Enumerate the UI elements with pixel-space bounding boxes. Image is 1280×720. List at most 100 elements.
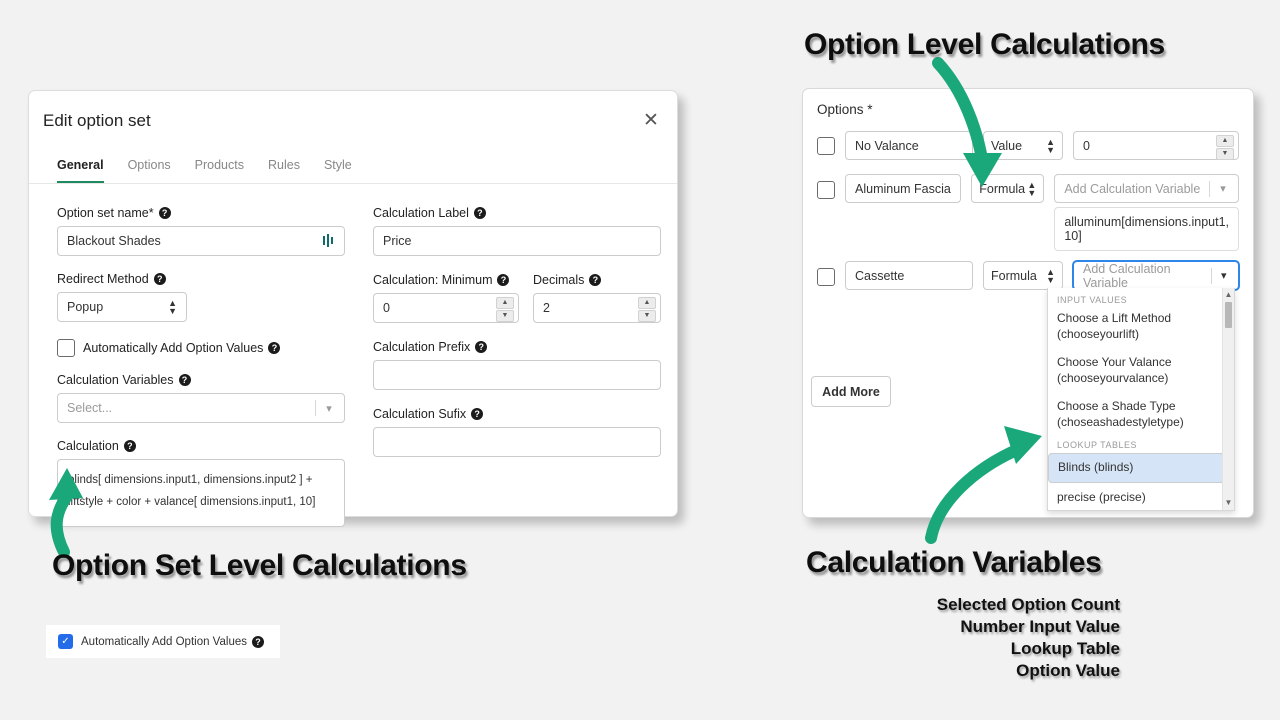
variable-kind-item: Number Input Value <box>960 617 1120 636</box>
calculation-label-input[interactable]: Price <box>373 226 661 256</box>
auto-add-option-values-row[interactable]: Automatically Add Option Values ? <box>57 339 345 357</box>
add-calculation-variable-placeholder: Add Calculation Variable <box>1064 181 1201 196</box>
option-set-name-input[interactable]: Blackout Shades <box>57 226 345 256</box>
dropdown-item[interactable]: Choose Your Valance (chooseyourvalance) <box>1048 352 1234 389</box>
calculation-label-value: Price <box>383 234 412 248</box>
calculation-variable-dropdown: INPUT VALUES Choose a Lift Method (choos… <box>1047 288 1235 511</box>
chevron-updown-icon: ▲ ▼ <box>168 298 177 316</box>
decimals-label-text: Decimals <box>533 273 585 287</box>
annotation-calculation-variables: Calculation Variables <box>806 546 1102 579</box>
option-set-name-value: Blackout Shades <box>67 234 161 248</box>
close-icon[interactable]: ✕ <box>639 109 663 133</box>
redirect-method-value: Popup <box>67 300 104 314</box>
auto-add-checkbox[interactable] <box>57 339 75 357</box>
option-row-checkbox[interactable] <box>817 136 835 155</box>
calculation-variables-label-text: Calculation Variables <box>57 373 174 387</box>
stepper-down-icon[interactable]: ▼ <box>638 310 656 322</box>
help-icon[interactable]: ? <box>589 274 602 286</box>
annotation-option-set-level: Option Set Level Calculations <box>52 549 467 582</box>
calculation-minimum-label-text: Calculation: Minimum <box>373 273 493 287</box>
dialog-body: Option set name* ? Blackout Shades Redir… <box>29 184 677 527</box>
calculation-prefix-input[interactable] <box>373 360 661 390</box>
screenshot-root: Edit option set ✕ General Options Produc… <box>0 0 1280 720</box>
help-icon[interactable]: ? <box>252 635 264 648</box>
decimals-value: 2 <box>543 301 550 315</box>
add-calculation-variable-select[interactable]: Add Calculation Variable ▾ <box>1054 174 1239 203</box>
calculation-prefix-label-text: Calculation Prefix <box>373 340 471 354</box>
dropdown-group-heading: INPUT VALUES <box>1057 295 1128 305</box>
chevron-down-icon[interactable]: ▾ <box>1210 182 1236 195</box>
dropdown-item[interactable]: Choose a Shade Type (choseashadestyletyp… <box>1048 396 1234 433</box>
option-value-number-input[interactable]: 0 ▲ ▼ <box>1073 131 1239 160</box>
variable-kind-item: Lookup Table <box>1010 639 1120 658</box>
dropdown-scrollbar[interactable]: ▲ ▼ <box>1222 288 1234 510</box>
tab-options[interactable]: Options <box>128 158 171 183</box>
dropdown-group-heading: LOOKUP TABLES <box>1057 440 1138 450</box>
add-more-button[interactable]: Add More <box>811 376 891 407</box>
option-row: Cassette Formula ▲ ▼ Add Calculation Vari… <box>803 261 1253 290</box>
help-icon[interactable]: ? <box>153 273 166 285</box>
redirect-method-label-text: Redirect Method <box>57 272 149 286</box>
tab-general[interactable]: General <box>57 158 104 183</box>
editor-assist-icon[interactable] <box>322 233 336 252</box>
tab-rules[interactable]: Rules <box>268 158 300 183</box>
help-icon[interactable]: ? <box>497 274 510 286</box>
option-name-input[interactable]: Cassette <box>845 261 973 290</box>
option-type-value: Formula <box>991 268 1037 283</box>
stepper-down-icon[interactable]: ▼ <box>496 310 514 322</box>
calculation-suffix-label-text: Calculation Sufix <box>373 407 467 421</box>
chevron-down-icon[interactable]: ▾ <box>1212 269 1236 282</box>
arrow-option-set-level <box>49 468 83 558</box>
floating-auto-add-label-text: Automatically Add Option Values <box>81 635 247 648</box>
stepper-buttons[interactable]: ▲ ▼ <box>638 297 656 322</box>
option-row-checkbox[interactable] <box>817 268 835 286</box>
option-type-select[interactable]: Formula ▲ ▼ <box>983 261 1063 290</box>
arrow-option-level <box>932 57 1002 187</box>
annotation-option-level: Option Level Calculations <box>804 28 1165 61</box>
option-set-name-label-text: Option set name* <box>57 206 154 220</box>
calculation-variables-select[interactable]: Select... ▾ <box>57 393 345 423</box>
stepper-up-icon[interactable]: ▲ <box>638 297 656 309</box>
add-calculation-variable-placeholder: Add Calculation Variable <box>1083 261 1171 290</box>
option-formula-value[interactable]: alluminum[dimensions.input1, 10] <box>1054 207 1239 251</box>
floating-auto-add-checkbox-row[interactable]: ✓ Automatically Add Option Values ? <box>46 625 280 658</box>
dialog-tabs: General Options Products Rules Style <box>29 143 677 184</box>
help-icon[interactable]: ? <box>475 341 488 353</box>
chevron-down-icon[interactable]: ▾ <box>316 402 342 415</box>
help-icon[interactable]: ? <box>473 207 486 219</box>
help-icon[interactable]: ? <box>268 342 281 354</box>
scrollbar-thumb[interactable] <box>1225 302 1232 328</box>
variable-kind-item: Option Value <box>1016 661 1120 680</box>
calculation-label: Calculation ? <box>57 439 345 453</box>
checked-checkbox-icon[interactable]: ✓ <box>58 634 73 649</box>
tab-style[interactable]: Style <box>324 158 352 183</box>
dropdown-item[interactable]: precise (precise) <box>1048 483 1234 510</box>
auto-add-label: Automatically Add Option Values ? <box>83 341 281 355</box>
help-icon[interactable]: ? <box>123 440 136 452</box>
calculation-suffix-input[interactable] <box>373 427 661 457</box>
calculation-label-field-label: Calculation Label ? <box>373 206 661 220</box>
stepper-down-icon[interactable]: ▼ <box>1216 148 1234 160</box>
add-calculation-variable-select-focused[interactable]: Add Calculation Variable ▾ <box>1073 261 1239 290</box>
calculation-prefix-label: Calculation Prefix ? <box>373 340 661 354</box>
dropdown-item[interactable]: Choose a Lift Method (chooseyourlift) <box>1048 308 1234 345</box>
help-icon[interactable]: ? <box>178 374 191 386</box>
chevron-updown-icon: ▲ ▼ <box>1046 136 1055 155</box>
option-value-cell: 0 ▲ ▼ <box>1073 131 1239 160</box>
stepper-up-icon[interactable]: ▲ <box>1216 135 1234 147</box>
option-row-checkbox[interactable] <box>817 181 835 199</box>
dropdown-item-selected[interactable]: Blinds (blinds) <box>1048 453 1234 483</box>
scroll-up-icon[interactable]: ▲ <box>1223 289 1234 301</box>
help-icon[interactable]: ? <box>158 207 171 219</box>
calculation-minimum-label: Calculation: Minimum ? <box>373 273 519 287</box>
calculation-minimum-input[interactable]: 0 ▲ ▼ <box>373 293 519 323</box>
stepper-up-icon[interactable]: ▲ <box>496 297 514 309</box>
tab-products[interactable]: Products <box>195 158 244 183</box>
redirect-method-select[interactable]: Popup ▲ ▼ <box>57 292 187 322</box>
calculation-label-text: Calculation <box>57 439 119 453</box>
stepper-buttons[interactable]: ▲ ▼ <box>496 297 514 322</box>
stepper-buttons[interactable]: ▲ ▼ <box>1216 135 1234 160</box>
help-icon[interactable]: ? <box>471 408 484 420</box>
decimals-input[interactable]: 2 ▲ ▼ <box>533 293 661 323</box>
scroll-down-icon[interactable]: ▼ <box>1223 497 1234 509</box>
